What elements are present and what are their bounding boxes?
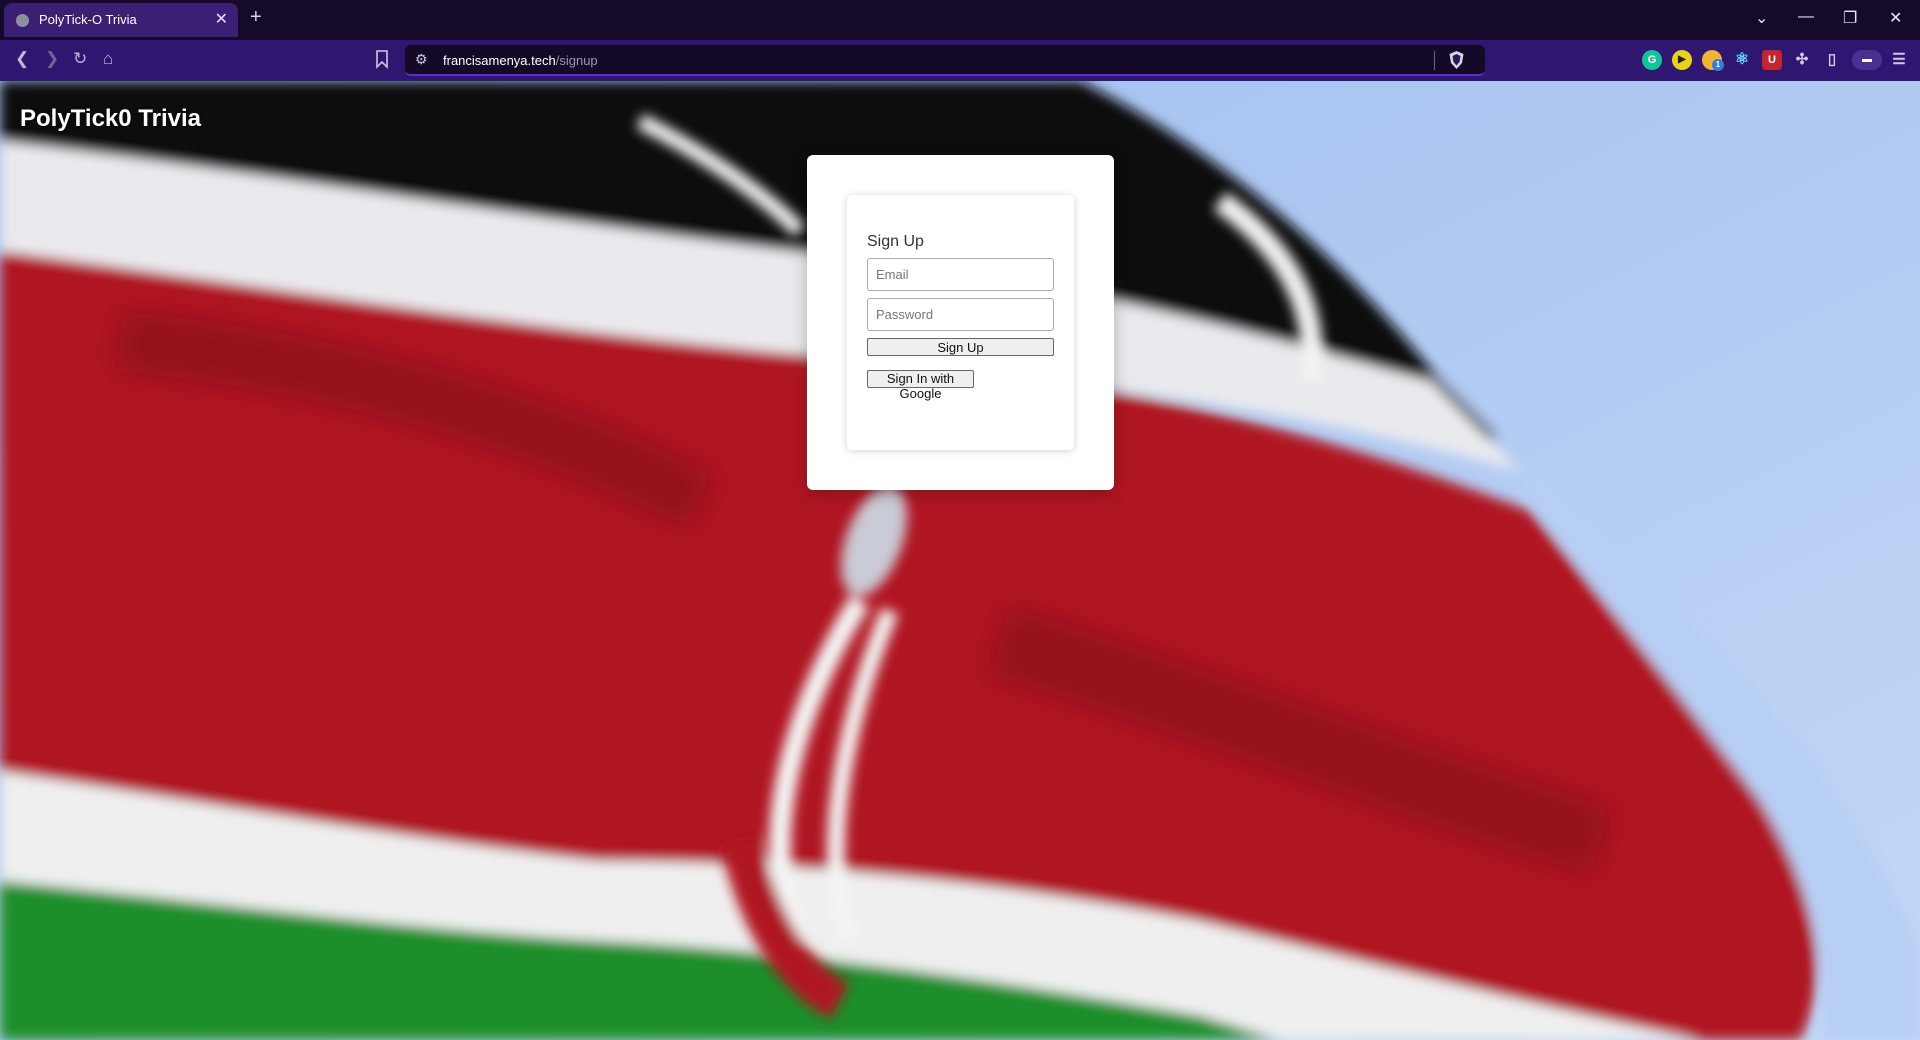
browser-toolbar: ❮ ❯ ↻ ⌂ ⚙ francisamenya.tech/signup G ▶ … xyxy=(0,40,1920,81)
brand-title: PolyTick0 Trivia xyxy=(20,105,201,132)
browser-tab-bar: PolyTick-O Trivia ✕ + ⌄ — ❐ ✕ xyxy=(0,0,1920,40)
google-sign-in-button[interactable]: Sign In with Google xyxy=(867,370,974,401)
new-tab-plus-icon[interactable]: + xyxy=(250,6,262,29)
home-icon[interactable]: ⌂ xyxy=(103,49,113,69)
grammarly-icon[interactable]: G xyxy=(1642,50,1662,70)
url-text[interactable]: francisamenya.tech/signup xyxy=(443,53,598,68)
sidebar-toggle-icon[interactable]: ▯ xyxy=(1822,50,1842,70)
form-title: Sign Up xyxy=(867,233,924,250)
brave-shields-icon[interactable] xyxy=(1448,50,1465,70)
tab-search-chevron-icon[interactable]: ⌄ xyxy=(1755,8,1768,28)
url-path: /signup xyxy=(555,53,598,68)
site-favicon-icon xyxy=(16,14,29,27)
sign-up-button[interactable]: Sign Up xyxy=(867,338,1054,356)
tab-title: PolyTick-O Trivia xyxy=(39,12,137,27)
menu-hamburger-icon[interactable]: ☰ xyxy=(1889,50,1909,70)
browser-tab-active[interactable]: PolyTick-O Trivia ✕ xyxy=(4,3,238,37)
site-settings-icon[interactable]: ⚙ xyxy=(415,51,428,68)
address-separator xyxy=(1434,51,1435,70)
close-window-icon[interactable]: ✕ xyxy=(1889,8,1902,28)
wallet-icon[interactable]: ▬ xyxy=(1852,50,1882,70)
extensions-puzzle-icon[interactable]: ✣ xyxy=(1792,50,1812,70)
player-icon[interactable]: ▶ xyxy=(1672,50,1692,70)
back-icon[interactable]: ❮ xyxy=(15,49,29,69)
url-domain: francisamenya.tech xyxy=(443,53,556,68)
signup-card: Sign Up Sign Up Sign In with Google xyxy=(807,155,1114,490)
bookmark-icon[interactable] xyxy=(374,49,390,69)
restore-icon[interactable]: ❐ xyxy=(1843,8,1857,28)
tab-close-icon[interactable]: ✕ xyxy=(215,9,228,29)
address-bar[interactable]: ⚙ francisamenya.tech/signup xyxy=(405,45,1485,76)
signup-form: Sign Up Sign Up Sign In with Google xyxy=(847,195,1074,450)
reload-icon[interactable]: ↻ xyxy=(73,49,87,69)
forward-icon[interactable]: ❯ xyxy=(45,49,59,69)
page-viewport: PolyTick0 Trivia Sign Up Sign Up Sign In… xyxy=(0,81,1920,1040)
notification-extension-icon[interactable]: 1 xyxy=(1702,50,1724,71)
minimize-icon[interactable]: — xyxy=(1798,8,1814,26)
ublock-icon[interactable]: U xyxy=(1762,50,1782,70)
password-field[interactable] xyxy=(867,298,1054,331)
react-devtools-icon[interactable]: ⚛ xyxy=(1732,50,1752,70)
extension-badge: 1 xyxy=(1712,59,1724,71)
email-field[interactable] xyxy=(867,258,1054,291)
